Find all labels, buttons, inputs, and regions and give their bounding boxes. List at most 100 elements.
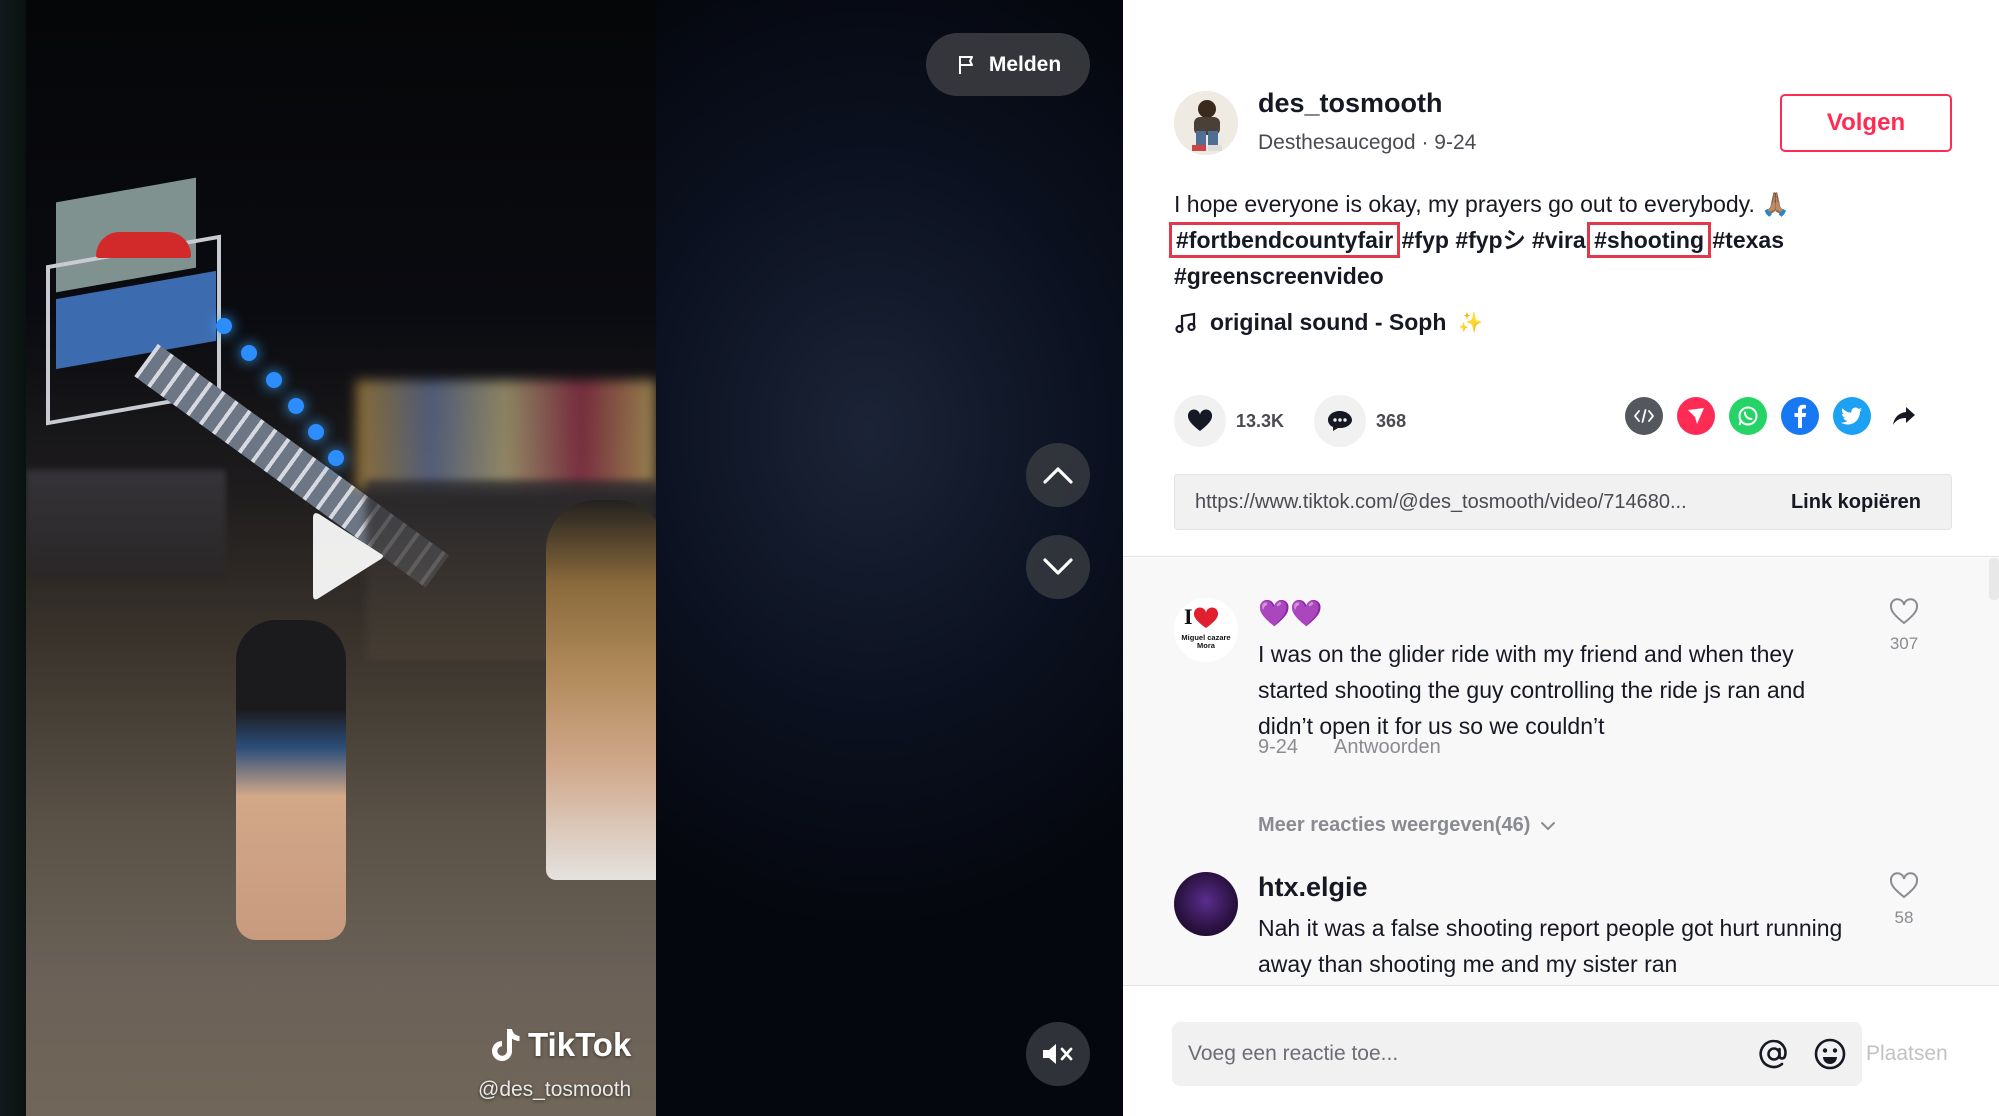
comment-input-box[interactable] (1172, 1022, 1862, 1086)
comment-button[interactable] (1314, 395, 1367, 447)
reply-button[interactable]: Antwoorden (1334, 736, 1441, 759)
comment-composer: Plaatsen (1123, 985, 1999, 1116)
author-display-name: Desthesaucegod (1258, 131, 1416, 154)
more-replies-label: Meer reacties weergeven(46) (1258, 814, 1531, 836)
comment-text: Nah it was a false shooting report peopl… (1258, 915, 1843, 977)
heart-icon (1187, 409, 1213, 431)
mention-button[interactable] (1750, 1030, 1798, 1078)
light-bulb (328, 450, 344, 466)
comment-text: I was on the glider ride with my friend … (1258, 641, 1806, 739)
heart-outline-icon (1889, 598, 1919, 625)
watermark-brand: TikTok (528, 1026, 632, 1063)
hashtag-link[interactable]: #fyp (1402, 227, 1449, 253)
midway-lights-scene (356, 380, 656, 490)
comment-like-button[interactable]: 307 (1879, 598, 1929, 654)
play-icon[interactable] (311, 510, 387, 602)
watermark-handle: @des_tosmooth (478, 1078, 632, 1101)
embed-icon[interactable] (1625, 397, 1663, 435)
tiktok-watermark: TikTok (490, 1026, 631, 1064)
chevron-down-icon (1043, 558, 1073, 575)
comment-date: 9-24 (1258, 736, 1299, 758)
hashtag-link[interactable]: #fypシ (1455, 227, 1525, 253)
svg-text:I: I (1184, 604, 1193, 629)
twitter-icon[interactable] (1833, 397, 1871, 435)
comment-author[interactable]: htx.elgie (1258, 872, 1368, 903)
hashtag-link[interactable]: #vira (1532, 227, 1586, 253)
post-details: des_tosmooth Desthesaucegod · 9-24 Volge… (1123, 0, 1999, 557)
mute-toggle-button[interactable] (1026, 1022, 1090, 1086)
separator-dot: · (1421, 131, 1435, 154)
more-replies-button[interactable]: Meer reacties weergeven(46) (1258, 814, 1556, 837)
comment-input[interactable] (1188, 1042, 1750, 1066)
next-video-button[interactable] (1026, 535, 1090, 599)
music-link[interactable]: original sound - Soph ✨ (1174, 309, 1483, 336)
send-icon[interactable] (1677, 397, 1715, 435)
video-edge-strip (0, 0, 26, 1116)
hashtag-link[interactable]: #greenscreenvideo (1174, 263, 1384, 289)
comment-count: 368 (1376, 410, 1407, 431)
like-count: 13.3K (1236, 410, 1285, 431)
running-woman-scene (546, 500, 656, 880)
report-button[interactable]: Melden (926, 33, 1090, 96)
heart-outline-icon (1889, 872, 1919, 899)
tiktok-video-page: TikTok @des_tosmooth Melden des_tosmooth… (0, 0, 1999, 1116)
post-comment-button[interactable]: Plaatsen (1866, 1042, 1948, 1066)
follow-button[interactable]: Volgen (1780, 94, 1952, 152)
comment-bubble-icon (1328, 411, 1353, 431)
running-girl-scene (236, 620, 346, 940)
copy-link-button[interactable]: Link kopiëren (1771, 491, 1951, 514)
comment-item: htx.elgie Nah it was a false shooting re… (1174, 872, 1954, 985)
post-date: 9-24 (1434, 131, 1477, 154)
comment-meta: 9-24 Antwoorden (1258, 736, 1441, 759)
at-sign-icon (1759, 1039, 1787, 1069)
comment-item: I Miguel cazare Mora 💜💜 I was on the gli… (1174, 598, 1954, 798)
share-link-url[interactable]: https://www.tiktok.com/@des_tosmooth/vid… (1175, 491, 1771, 514)
caption-text: I hope everyone is okay, my prayers go o… (1174, 191, 1790, 217)
hashtag-link[interactable]: #shooting (1587, 222, 1711, 258)
hashtag-link[interactable]: #fortbendcountyfair (1168, 222, 1401, 258)
like-button[interactable] (1174, 395, 1226, 447)
previous-video-button[interactable] (1026, 443, 1090, 507)
svg-text:Mora: Mora (1197, 641, 1216, 650)
share-arrow-icon[interactable] (1885, 397, 1923, 435)
author-avatar-image (1174, 91, 1238, 155)
light-bulb (266, 372, 282, 388)
author-avatar[interactable] (1174, 91, 1238, 155)
whatsapp-icon[interactable] (1729, 397, 1767, 435)
share-options (1625, 397, 1923, 435)
sparkles-icon: ✨ (1458, 312, 1484, 334)
comment-like-count: 58 (1894, 908, 1914, 927)
comment-author[interactable]: 💜💜 (1258, 598, 1323, 629)
crowd-scene (26, 470, 226, 580)
post-caption: I hope everyone is okay, my prayers go o… (1168, 186, 1934, 294)
comment-avatar-image: I Miguel cazare Mora (1174, 598, 1238, 662)
speaker-muted-icon (1043, 1044, 1073, 1064)
comment-avatar[interactable]: I Miguel cazare Mora (1174, 598, 1238, 662)
emoji-smile-icon (1814, 1038, 1846, 1070)
emoji-button[interactable] (1806, 1030, 1854, 1078)
comment-list[interactable]: I Miguel cazare Mora 💜💜 I was on the gli… (1123, 558, 1999, 985)
light-bulb (308, 424, 324, 440)
music-note-icon (1175, 312, 1196, 333)
share-link-bar: https://www.tiktok.com/@des_tosmooth/vid… (1174, 474, 1952, 530)
chevron-up-icon (1043, 467, 1073, 484)
comment-like-button[interactable]: 58 (1879, 872, 1929, 928)
light-bulb (241, 345, 257, 361)
engagement-stats: 13.3K 368 (1174, 395, 1436, 447)
hashtag-link[interactable]: #texas (1712, 227, 1784, 253)
light-bulb (216, 318, 232, 334)
scrollbar-thumb[interactable] (1989, 558, 1999, 600)
tiktok-logo-icon (492, 1029, 520, 1061)
info-pane: des_tosmooth Desthesaucegod · 9-24 Volge… (1123, 0, 1999, 1116)
facebook-icon[interactable] (1781, 397, 1819, 435)
chevron-down-icon (1541, 821, 1556, 830)
music-title: original sound - Soph (1210, 309, 1447, 335)
ride-umbrella-scene (96, 232, 191, 258)
flag-icon (958, 55, 973, 74)
comment-like-count: 307 (1889, 634, 1919, 653)
author-username[interactable]: des_tosmooth (1258, 88, 1443, 119)
light-bulb (288, 398, 304, 414)
video-pane[interactable]: TikTok @des_tosmooth Melden (0, 0, 1123, 1116)
comment-avatar[interactable] (1174, 872, 1238, 936)
author-subline: Desthesaucegod · 9-24 (1258, 131, 1476, 155)
